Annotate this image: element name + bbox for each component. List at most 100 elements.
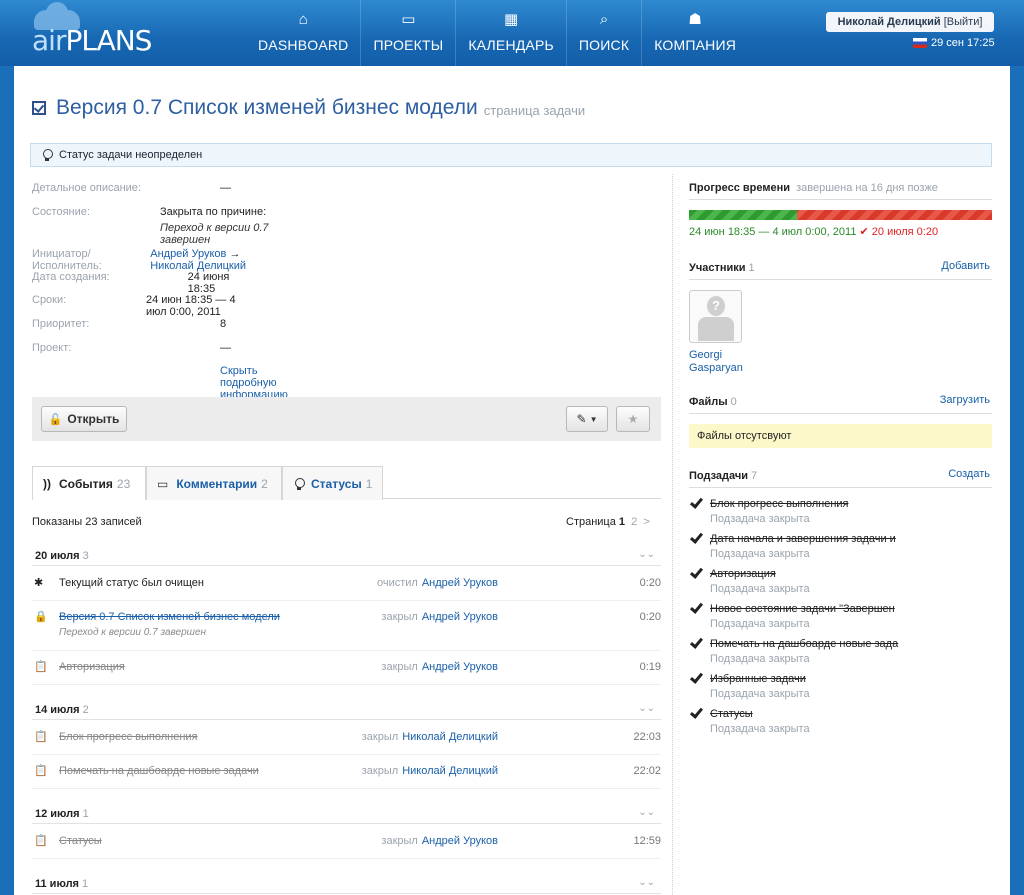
subtask-link[interactable]: Статусы (710, 708, 753, 720)
page-current: 1 (618, 516, 626, 528)
group-date: 11 июля (35, 878, 79, 890)
logout-link[interactable]: [Выйти] (944, 16, 983, 28)
status-bar: Статус задачи неопределен (30, 143, 992, 167)
nav-label: КОМПАНИЯ (654, 37, 737, 53)
russia-flag-icon[interactable] (913, 38, 927, 48)
rss-icon: )) (43, 476, 51, 491)
event-user-link[interactable]: Андрей Уруков (422, 577, 498, 589)
collapse-icon[interactable]: ⌄⌄ (638, 703, 655, 714)
subtask-link[interactable]: Новое состояние задачи "Завершен (710, 603, 895, 615)
nav-label: ПОИСК (578, 37, 630, 53)
nav-dashboard[interactable]: ⌂ DASHBOARD (246, 0, 362, 66)
subtask-status: Подзадача закрыта (710, 618, 810, 630)
user-box: Николай Делицкий [Выйти] (826, 12, 994, 32)
time-progress-bar (689, 210, 992, 220)
avatar[interactable]: ? (689, 290, 742, 343)
datetime-text: 29 сен 17:25 (931, 37, 995, 49)
nav-label: КАЛЕНДАРЬ (468, 37, 554, 53)
add-participant-link[interactable]: Добавить (941, 260, 990, 272)
time-note: завершена на 16 дня позже (796, 182, 938, 194)
tab-events[interactable]: )) События 23 (32, 466, 146, 500)
nav-projects[interactable]: ▭ ПРОЕКТЫ (361, 0, 457, 66)
check-icon (689, 533, 703, 545)
subtask-status: Подзадача закрыта (710, 513, 810, 525)
event-time: 22:03 (633, 731, 661, 743)
group-count: 1 (82, 878, 89, 890)
event-row: 📋 Статусы закрыл Андрей Уруков 12:59 (32, 825, 661, 859)
check-icon (689, 673, 703, 685)
completed-late: ✔ 20 июля 0:20 (859, 226, 939, 238)
event-user-link[interactable]: Николай Делицкий (402, 765, 498, 777)
open-button[interactable]: 🔓 Открыть (41, 406, 127, 432)
nav-calendar[interactable]: ▦ КАЛЕНДАРЬ (456, 0, 567, 66)
collapse-icon[interactable]: ⌄⌄ (638, 807, 655, 818)
detail-project: Проект: — (32, 342, 231, 354)
nav-label: ПРОЕКТЫ (373, 37, 444, 53)
subtask-link[interactable]: Дата начала и завершения задачи и (710, 533, 896, 545)
user-name[interactable]: Николай Делицкий (838, 16, 941, 28)
no-files-notice: Файлы отсутсвуют (689, 424, 992, 448)
upload-file-link[interactable]: Загрузить (940, 394, 990, 406)
detail-value: 8 (220, 318, 227, 330)
page-next[interactable]: 2 (631, 516, 637, 528)
people-icon: ☗ (688, 11, 702, 28)
files-header: Файлы 0 Загрузить (689, 394, 992, 414)
event-action: закрыл (381, 835, 418, 847)
favorite-button[interactable]: ★ (616, 406, 650, 432)
time-range: 24 июн 18:35 — 4 июл 0:00, 2011 ✔ 20 июл… (689, 225, 938, 238)
tab-count: 1 (365, 476, 373, 491)
section-title: Файлы (689, 396, 728, 408)
tab-statuses[interactable]: Статусы 1 (282, 466, 383, 500)
detail-label: Детальное описание: (32, 182, 141, 194)
nav-search[interactable]: ⌕ ПОИСК (567, 0, 643, 66)
collapse-icon[interactable]: ⌄⌄ (638, 549, 655, 560)
nav-label: DASHBOARD (258, 37, 349, 53)
participant-first: Georgi (689, 349, 723, 361)
section-count: 0 (730, 396, 737, 408)
group-date: 20 июля (35, 550, 80, 562)
task-checkbox-icon (32, 101, 46, 115)
subtask-link[interactable]: Авторизация (710, 568, 776, 580)
datetime: 29 сен 17:25 (913, 37, 995, 49)
event-user-link[interactable]: Андрей Уруков (422, 611, 498, 623)
tab-comments[interactable]: ▭ Комментарии 2 (146, 466, 282, 500)
subtask-status: Подзадача закрыта (710, 688, 810, 700)
create-subtask-link[interactable]: Создать (948, 468, 990, 480)
event-user-link[interactable]: Николай Делицкий (402, 731, 498, 743)
event-user-link[interactable]: Андрей Уруков (422, 661, 498, 673)
nav-company[interactable]: ☗ КОМПАНИЯ (642, 0, 748, 66)
logo-plans: PLANS (65, 24, 152, 57)
time-progress-header: Прогресс времени завершена на 16 дня поз… (689, 180, 992, 200)
event-user-link[interactable]: Андрей Уруков (422, 835, 498, 847)
group-count: 1 (82, 808, 89, 820)
airplans-logo[interactable]: airPLANS (32, 2, 162, 57)
edit-dropdown-button[interactable]: ✎ ▼ (566, 406, 608, 432)
page-next-arrow[interactable]: > (643, 516, 649, 528)
records-count: Показаны 23 записей (32, 516, 142, 528)
detail-value: — (220, 182, 231, 194)
participant-link[interactable]: Georgi Gasparyan (689, 349, 743, 375)
subtask-link[interactable]: Избранные задачи (710, 673, 806, 685)
group-count: 3 (82, 550, 89, 562)
initiator-link[interactable]: Андрей Уруков (150, 248, 226, 260)
event-row: 📋 Авторизация закрыл Андрей Уруков 0:19 (32, 651, 661, 685)
column-divider (672, 174, 673, 895)
calendar-icon: ▦ (504, 11, 519, 28)
event-action: закрыл (381, 661, 418, 673)
collapse-icon[interactable]: ⌄⌄ (638, 877, 655, 888)
check-icon (689, 708, 703, 720)
detail-label: Инициатор/Исполнитель: (32, 248, 102, 272)
pager: Страница 1 2 > (566, 516, 650, 528)
detail-label: Сроки: (32, 294, 67, 306)
detail-label: Дата создания: (32, 271, 110, 283)
detail-priority: Приоритет: 8 (32, 318, 226, 330)
arrow-icon: → (229, 248, 241, 260)
check-icon (689, 638, 703, 650)
tabs: )) События 23 ▭ Комментарии 2 Статусы 1 (32, 466, 661, 500)
subtask-link[interactable]: Блок прогресс выполнения (710, 498, 849, 510)
home-icon: ⌂ (298, 11, 308, 28)
subtask-link[interactable]: Помечать на дашбоарде новые зада (710, 638, 898, 650)
check-icon (689, 568, 703, 580)
subtasks-header: Подзадачи 7 Создать (689, 468, 992, 488)
chevron-down-icon: ▼ (589, 414, 598, 424)
